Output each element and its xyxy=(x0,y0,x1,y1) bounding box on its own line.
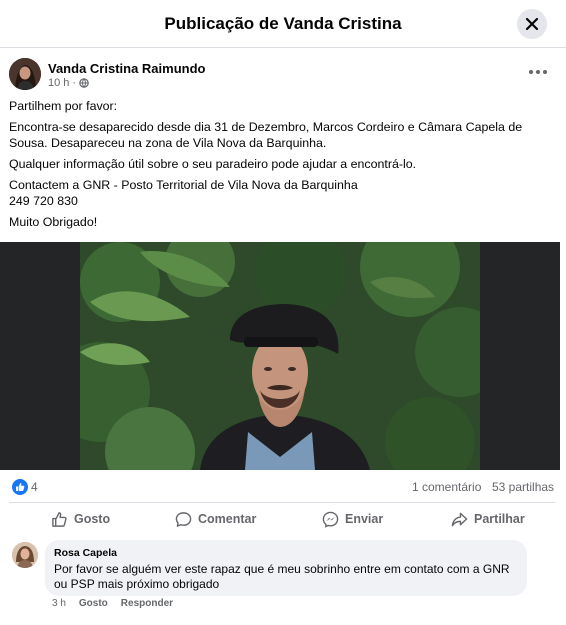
comment-actions: 3 h Gosto Responder xyxy=(52,598,173,609)
like-button-label: Gosto xyxy=(74,512,111,526)
post-text: Partilhem por favor: Encontra-se desapar… xyxy=(9,98,554,235)
commenter-name[interactable]: Rosa Capela xyxy=(54,547,518,559)
shares-count[interactable]: 53 partilhas xyxy=(492,480,554,494)
comment-reply-link[interactable]: Responder xyxy=(121,598,173,609)
post-paragraph: Qualquer informação útil sobre o seu par… xyxy=(9,157,417,171)
reactions-stats: 4 1 comentário 53 partilhas xyxy=(9,477,555,497)
comment-like-link[interactable]: Gosto xyxy=(79,598,108,609)
more-icon xyxy=(529,70,533,74)
like-reaction-badge[interactable] xyxy=(12,479,28,495)
dialog-title: Publicação de Vanda Cristina xyxy=(164,14,402,33)
like-icon xyxy=(52,511,67,527)
share-icon xyxy=(451,512,468,526)
close-button[interactable] xyxy=(517,9,547,39)
close-icon xyxy=(525,17,539,31)
like-count[interactable]: 4 xyxy=(31,480,38,494)
post-photo[interactable] xyxy=(80,242,480,470)
post-time[interactable]: 10 h xyxy=(48,77,69,89)
post-paragraph: Contactem a GNR - Posto Territorial de V… xyxy=(9,178,358,208)
messenger-icon xyxy=(322,511,339,528)
more-options-button[interactable] xyxy=(524,62,552,82)
post-paragraph: Partilhem por favor: xyxy=(9,99,118,113)
like-button[interactable]: Gosto xyxy=(51,508,110,530)
send-button[interactable]: Enviar xyxy=(322,508,383,530)
commenter-avatar[interactable] xyxy=(12,542,38,568)
post-paragraph: Encontra-se desaparecido desde dia 31 de… xyxy=(9,120,523,150)
like-icon xyxy=(16,483,25,491)
send-button-label: Enviar xyxy=(345,512,384,526)
comment-text: Por favor se alguém ver este rapaz que é… xyxy=(54,562,510,591)
comment-button-label: Comentar xyxy=(198,512,257,526)
post-paragraph: Muito Obrigado! xyxy=(9,215,98,229)
comment-time[interactable]: 3 h xyxy=(52,598,66,609)
comment-bubble: Rosa Capela Por favor se alguém ver este… xyxy=(45,540,527,596)
author-name[interactable]: Vanda Cristina Raimundo xyxy=(48,61,205,76)
share-button[interactable]: Partilhar xyxy=(451,508,525,530)
meta-separator: · xyxy=(72,77,77,89)
comment-icon xyxy=(175,511,192,527)
comments-count[interactable]: 1 comentário xyxy=(412,480,481,494)
post-meta: 10 h · xyxy=(48,77,89,89)
post-header: Vanda Cristina Raimundo 10 h · xyxy=(9,58,557,94)
post-actions: Gosto Comentar Enviar Partilhar xyxy=(9,502,555,532)
post-photo-container[interactable] xyxy=(0,242,560,470)
author-avatar[interactable] xyxy=(9,58,41,90)
comment-item: Rosa Capela Por favor se alguém ver este… xyxy=(12,540,552,620)
globe-icon xyxy=(79,78,89,88)
dialog-header: Publicação de Vanda Cristina xyxy=(0,0,566,48)
share-button-label: Partilhar xyxy=(474,512,525,526)
comment-button[interactable]: Comentar xyxy=(175,508,256,530)
